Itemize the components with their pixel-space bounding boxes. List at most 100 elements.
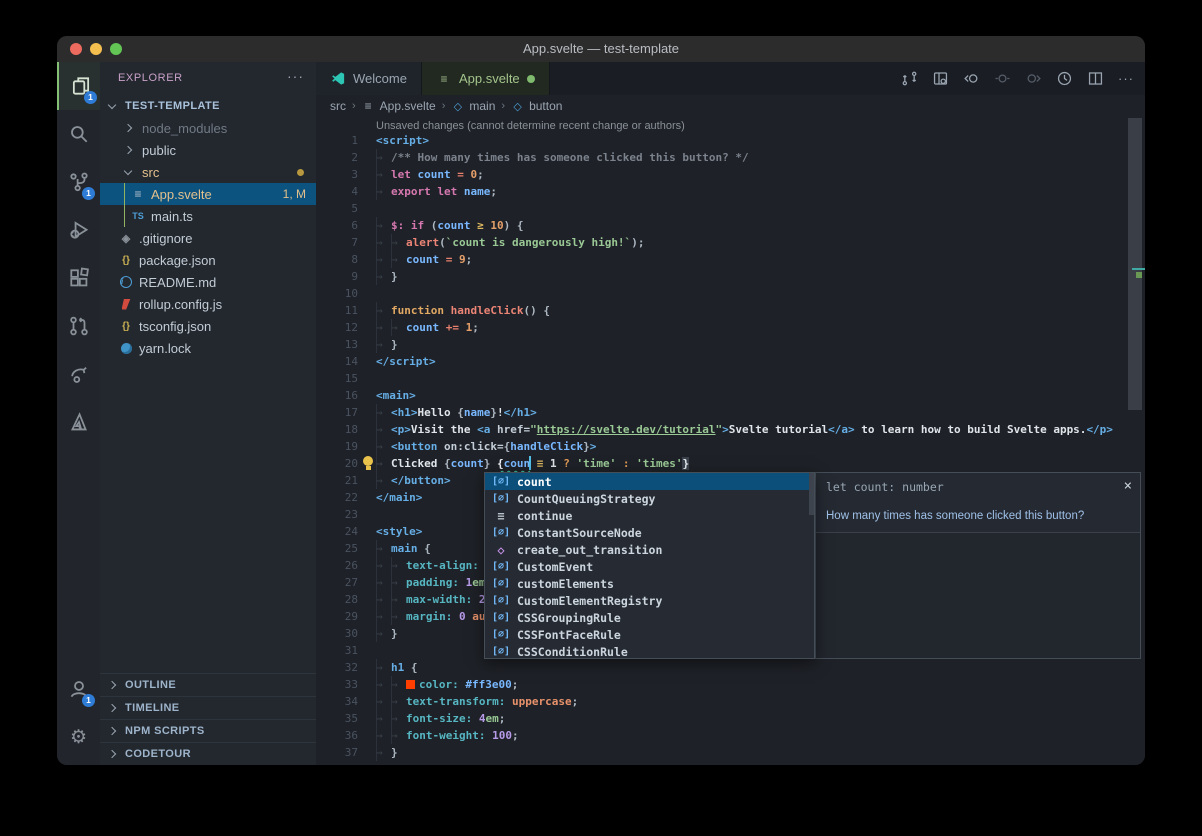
- suggest-item-CSSConditionRule[interactable]: [∅]CSSConditionRule: [485, 643, 814, 660]
- suggest-item-create_out_transition[interactable]: ◇create_out_transition: [485, 541, 814, 558]
- chevron-right-icon: [124, 146, 132, 154]
- suggest-item-customElements[interactable]: [∅]customElements: [485, 575, 814, 592]
- activity-item-explorer[interactable]: 1: [57, 62, 102, 110]
- code-line-16[interactable]: 16<main>: [316, 387, 1145, 404]
- code-line-36[interactable]: 36→→font-weight: 100;: [316, 727, 1145, 744]
- more-actions-icon[interactable]: ···: [287, 68, 304, 84]
- suggest-item-CSSFontFaceRule[interactable]: [∅]CSSFontFaceRule: [485, 626, 814, 643]
- timeline-icon[interactable]: [1053, 68, 1075, 90]
- open-changes-icon[interactable]: [898, 68, 920, 90]
- code-line-32[interactable]: 32→h1 {: [316, 659, 1145, 676]
- file-row-yarn.lock[interactable]: yarn.lock: [100, 337, 316, 359]
- file-row-tsconfig.json[interactable]: {}tsconfig.json: [100, 315, 316, 337]
- code-line-4[interactable]: 4→export let name;: [316, 183, 1145, 200]
- activity-item-source-control[interactable]: 1: [57, 158, 100, 206]
- code-line-18[interactable]: 18→<p>Visit the <a href="https://svelte.…: [316, 421, 1145, 438]
- activity-item-accounts[interactable]: 1: [57, 665, 100, 713]
- suggest-item-CustomEvent[interactable]: [∅]CustomEvent: [485, 558, 814, 575]
- section-outline[interactable]: OUTLINE: [100, 673, 316, 696]
- close-icon[interactable]: ×: [1124, 478, 1132, 494]
- code-line-7[interactable]: 7→→alert(`count is dangerously high!`);: [316, 234, 1145, 251]
- open-preview-icon[interactable]: [929, 68, 951, 90]
- code-line-13[interactable]: 13→}: [316, 336, 1145, 353]
- activity-item-settings[interactable]: ⚙: [57, 713, 100, 761]
- code-area[interactable]: Unsaved changes (cannot determine recent…: [316, 117, 1145, 765]
- split-editor-icon[interactable]: [1084, 68, 1106, 90]
- file-label: README.md: [139, 275, 216, 290]
- code-line-8[interactable]: 8→→count = 9;: [316, 251, 1145, 268]
- suggest-scrollbar[interactable]: [809, 473, 814, 515]
- file-row-src[interactable]: src: [100, 161, 316, 183]
- file-row-README.md[interactable]: iREADME.md: [100, 271, 316, 293]
- code-line-content: →<button on:click={handleClick}>: [376, 438, 596, 455]
- file-row-main.ts[interactable]: TSmain.ts: [100, 205, 316, 227]
- git-status-badge: 1, M: [283, 187, 306, 201]
- code-line-15[interactable]: 15: [316, 370, 1145, 387]
- diamond-icon: ◈: [118, 230, 134, 246]
- file-row-node_modules[interactable]: node_modules: [100, 117, 316, 139]
- code-line-content: →}: [376, 336, 398, 353]
- section-npm-scripts[interactable]: NPM SCRIPTS: [100, 719, 316, 742]
- activity-item-search[interactable]: [57, 110, 100, 158]
- suggest-item-ConstantSourceNode[interactable]: [∅]ConstantSourceNode: [485, 524, 814, 541]
- section-timeline[interactable]: TIMELINE: [100, 696, 316, 719]
- project-root-row[interactable]: TEST-TEMPLATE: [100, 95, 316, 117]
- tab-welcome[interactable]: Welcome: [316, 62, 422, 95]
- next-change-icon[interactable]: [1022, 68, 1044, 90]
- code-line-3[interactable]: 3→let count = 0;: [316, 166, 1145, 183]
- file-row-.gitignore[interactable]: ◈.gitignore: [100, 227, 316, 249]
- suggest-item-CSSGroupingRule[interactable]: [∅]CSSGroupingRule: [485, 609, 814, 626]
- code-line-34[interactable]: 34→→text-transform: uppercase;: [316, 693, 1145, 710]
- breadcrumb-label: main: [469, 99, 495, 113]
- code-line-37[interactable]: 37→}: [316, 744, 1145, 761]
- suggest-item-continue[interactable]: ≡continue: [485, 507, 814, 524]
- code-line-10[interactable]: 10: [316, 285, 1145, 302]
- file-row-rollup.config.js[interactable]: rollup.config.js: [100, 293, 316, 315]
- activity-item-live-share[interactable]: [57, 350, 100, 398]
- editor-scrollbar[interactable]: [1128, 118, 1142, 410]
- breadcrumb-src[interactable]: src: [330, 99, 346, 113]
- activity-item-github-pr[interactable]: [57, 302, 100, 350]
- section-label: TIMELINE: [125, 702, 180, 714]
- code-line-5[interactable]: 5: [316, 200, 1145, 217]
- activity-item-extensions[interactable]: [57, 254, 100, 302]
- suggest-item-CountQueuingStrategy[interactable]: [∅]CountQueuingStrategy: [485, 490, 814, 507]
- titlebar[interactable]: App.svelte — test-template: [57, 36, 1145, 63]
- code-line-content: →→alert(`count is dangerously high!`);: [376, 234, 644, 251]
- file-row-App.svelte[interactable]: ≡App.svelte1, M: [100, 183, 316, 205]
- lightbulb-icon[interactable]: [362, 456, 374, 471]
- code-line-2[interactable]: 2→/** How many times has someone clicked…: [316, 149, 1145, 166]
- activity-item-run-debug[interactable]: [57, 206, 100, 254]
- code-line-20[interactable]: 20→Clicked {count} {coun ≡ 1 ? 'time' : …: [316, 455, 1145, 472]
- code-line-9[interactable]: 9→}: [316, 268, 1145, 285]
- line-number: 24: [316, 523, 358, 540]
- tab-label: App.svelte: [459, 71, 520, 86]
- code-line-content: <main>: [376, 387, 416, 404]
- previous-change-icon[interactable]: [960, 68, 982, 90]
- code-line-1[interactable]: 1<script>: [316, 132, 1145, 149]
- sidebar-header: EXPLORER ···: [100, 62, 316, 95]
- code-line-12[interactable]: 12→→count += 1;: [316, 319, 1145, 336]
- suggest-item-CustomElementRegistry[interactable]: [∅]CustomElementRegistry: [485, 592, 814, 609]
- code-line-14[interactable]: 14</script>: [316, 353, 1145, 370]
- more-actions-icon[interactable]: ···: [1115, 68, 1137, 90]
- suggest-item-count[interactable]: [∅]count: [485, 473, 814, 490]
- braces-icon: {}: [118, 252, 134, 268]
- code-line-6[interactable]: 6→$: if (count ≥ 10) {: [316, 217, 1145, 234]
- file-row-package.json[interactable]: {}package.json: [100, 249, 316, 271]
- breadcrumb-button[interactable]: ◇button: [511, 98, 562, 114]
- svelte-icon: ≡: [130, 186, 146, 202]
- breadcrumb-main[interactable]: ◇main: [451, 98, 495, 114]
- code-line-11[interactable]: 11→function handleClick() {: [316, 302, 1145, 319]
- breadcrumb-app-svelte[interactable]: ≡App.svelte: [362, 98, 436, 114]
- code-line-19[interactable]: 19→<button on:click={handleClick}>: [316, 438, 1145, 455]
- current-change-icon[interactable]: [991, 68, 1013, 90]
- tab-app-svelte[interactable]: ≡App.svelte: [422, 62, 550, 97]
- file-row-public[interactable]: public: [100, 139, 316, 161]
- section-codetour[interactable]: CODETOUR: [100, 742, 316, 765]
- code-line-17[interactable]: 17→<h1>Hello {name}!</h1>: [316, 404, 1145, 421]
- activity-item-azure[interactable]: [57, 398, 100, 446]
- code-line-35[interactable]: 35→→font-size: 4em;: [316, 710, 1145, 727]
- line-number: 34: [316, 693, 358, 710]
- code-line-33[interactable]: 33→→color: #ff3e00;: [316, 676, 1145, 693]
